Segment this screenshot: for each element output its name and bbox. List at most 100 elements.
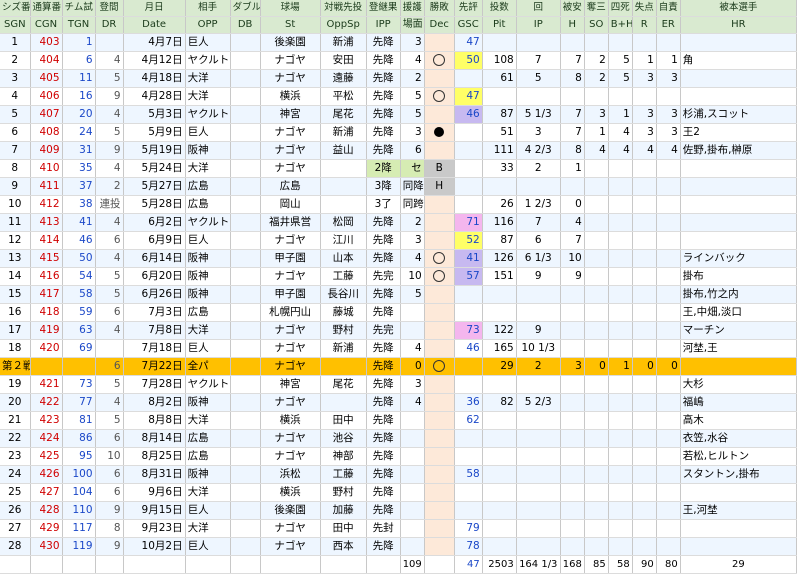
win-mark-icon: [433, 360, 446, 372]
cell-st: ナゴヤ: [260, 123, 321, 142]
cell-dec: [424, 393, 455, 412]
cell-ip: 6 1/3: [516, 249, 561, 268]
cell-gsc: [454, 375, 483, 394]
cell-ip: [516, 465, 561, 484]
cell-sgn: 13: [0, 249, 31, 268]
header-en-cell: SO: [584, 16, 609, 34]
cell-hr: [680, 69, 798, 88]
cell-gsc: 47: [454, 33, 483, 52]
cell-cgn: [30, 357, 63, 376]
cell-h: [560, 411, 585, 430]
total-cell-pit: 2503: [482, 555, 517, 574]
cell-ipp: 3降: [366, 177, 401, 196]
cell-ip: 7: [516, 213, 561, 232]
cell-date: 7月22日: [123, 357, 186, 376]
total-cell: [230, 555, 261, 574]
cell-r: [632, 177, 657, 196]
table-row: 28 430 119 9 10月2日 巨人 ナゴヤ 西本 先降 78: [0, 537, 798, 556]
cell-sgn: 2: [0, 51, 31, 70]
cell-r: 3: [632, 123, 657, 142]
table-row: 9 411 37 2 5月27日 広島 広島 3降 同降 H: [0, 177, 798, 196]
cell-pit: [482, 519, 517, 538]
cell-bh: [608, 267, 633, 286]
cell-gsc: [454, 303, 483, 322]
cell-h: 0: [560, 195, 585, 214]
cell-sgn: 10: [0, 195, 31, 214]
cell-ip: 7: [516, 51, 561, 70]
cell-r: [632, 519, 657, 538]
cell-so: [584, 465, 609, 484]
cell-hr: 王2: [680, 123, 798, 142]
cell-er: 4: [656, 141, 681, 160]
cell-opp: 阪神: [185, 465, 231, 484]
cell-dec: [424, 339, 455, 358]
cell-so: [584, 177, 609, 196]
cell-hr: 王,河埜: [680, 501, 798, 520]
cell-so: [584, 501, 609, 520]
header-en-cell: IPP: [366, 16, 401, 34]
cell-opp: 大洋: [185, 69, 231, 88]
cell-h: [560, 537, 585, 556]
cell-so: [584, 519, 609, 538]
cell-dec: [424, 33, 455, 52]
cell-ipp: 先降: [366, 375, 401, 394]
cell-tgn: 119: [62, 537, 96, 556]
header-en-cell: DB: [230, 16, 261, 34]
cell-pit: 111: [482, 141, 517, 160]
cell-ba: [400, 321, 425, 340]
header-jp-cell: 被本選手: [680, 0, 798, 17]
cell-db: [230, 69, 261, 88]
cell-oppsp: 松岡: [320, 213, 367, 232]
cell-opp: 広島: [185, 303, 231, 322]
cell-tgn: 104: [62, 483, 96, 502]
cell-ip: [516, 33, 561, 52]
cell-date: 5月3日: [123, 105, 186, 124]
cell-gsc: 57: [454, 267, 483, 286]
cell-gsc: 62: [454, 411, 483, 430]
cell-dr: 9: [95, 537, 124, 556]
cell-db: [230, 411, 261, 430]
cell-er: [656, 447, 681, 466]
cell-ba: 5: [400, 105, 425, 124]
cell-cgn: 404: [30, 51, 63, 70]
cell-r: [632, 195, 657, 214]
total-cell: [260, 555, 321, 574]
cell-st: ナゴヤ: [260, 69, 321, 88]
cell-ipp: 先降: [366, 105, 401, 124]
cell-ba: 同跨: [400, 195, 425, 214]
cell-h: 4: [560, 213, 585, 232]
cell-st: ナゴヤ: [260, 267, 321, 286]
cell-er: [656, 303, 681, 322]
cell-ip: [516, 519, 561, 538]
header-jp-cell: 投数: [482, 0, 517, 17]
cell-dec: [424, 231, 455, 250]
cell-st: ナゴヤ: [260, 141, 321, 160]
cell-dr: [95, 33, 124, 52]
cell-hr: 河埜,王: [680, 339, 798, 358]
cell-date: 8月8日: [123, 411, 186, 430]
cell-dr: 4: [95, 105, 124, 124]
cell-gsc: [454, 141, 483, 160]
cell-bh: [608, 159, 633, 178]
cell-ba: 4: [400, 393, 425, 412]
header-jp-cell: 登間: [95, 0, 124, 17]
cell-sgn: 1: [0, 33, 31, 52]
cell-bh: [608, 429, 633, 448]
cell-er: [656, 483, 681, 502]
cell-er: [656, 195, 681, 214]
cell-r: [632, 285, 657, 304]
header-en-cell: OppSp: [320, 16, 367, 34]
cell-hr: [680, 231, 798, 250]
cell-tgn: 50: [62, 249, 96, 268]
cell-sgn: 3: [0, 69, 31, 88]
cell-st: ナゴヤ: [260, 537, 321, 556]
total-cell-hr: 29: [680, 555, 798, 574]
cell-er: 0: [656, 357, 681, 376]
table-row: 5 407 20 4 5月3日 ヤクルト 神宮 尾花 先降 5 46 87 5 1/3 7 3 1 3 3 杉浦,ス…: [0, 105, 798, 124]
cell-db: [230, 231, 261, 250]
totals-row: 109 47 2503 164 1/3 168 85 58 90 80 29: [0, 555, 798, 574]
cell-dec: [424, 213, 455, 232]
cell-tgn: 6: [62, 51, 96, 70]
cell-bh: [608, 537, 633, 556]
cell-sgn: 25: [0, 483, 31, 502]
